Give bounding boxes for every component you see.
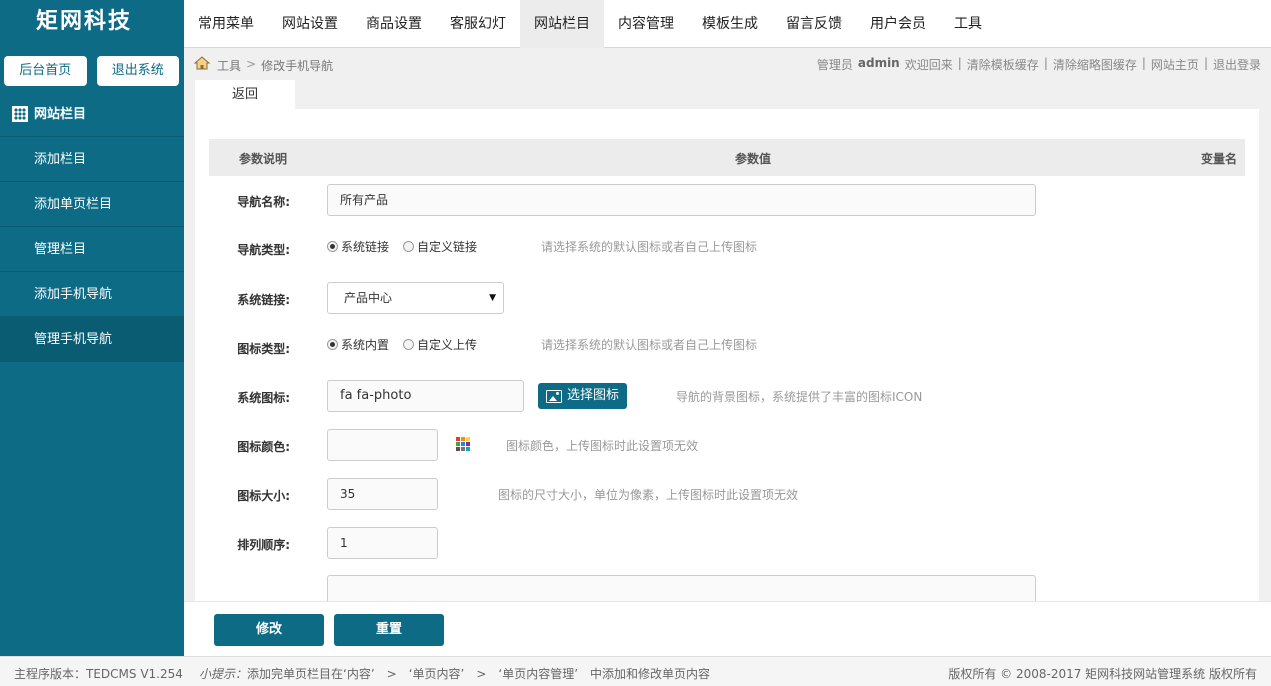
nav-type-label: 导航类型:	[237, 243, 290, 257]
sidebar-item-manage-columns[interactable]: 管理栏目	[0, 227, 184, 272]
nav-name-label: 导航名称:	[237, 195, 290, 209]
icon-type-upload-label: 自定义上传	[417, 338, 478, 352]
topnav-service-slides[interactable]: 客服幻灯	[436, 0, 520, 48]
welcome-text: 欢迎回来	[904, 58, 953, 72]
topnav-members[interactable]: 用户会员	[856, 0, 940, 48]
clear-thumbnail-cache-link[interactable]: 清除缩略图缓存	[1053, 56, 1137, 73]
tip-text: 小提示：添加完单页栏目在‘内容’ > ‘单页内容’ > ‘单页内容管理’ 中添加…	[199, 665, 710, 682]
footer: 主程序版本：TEDCMS V1.254 小提示：添加完单页栏目在‘内容’ > ‘…	[0, 656, 1271, 686]
link-separator: |	[1043, 56, 1048, 70]
icon-color-hint: 图标颜色，上传图标时此设置项无效	[506, 439, 699, 453]
sidebar-item-add-single-page[interactable]: 添加单页栏目	[0, 182, 184, 227]
nav-type-custom-label: 自定义链接	[417, 240, 478, 254]
topnav-site-columns[interactable]: 网站栏目	[520, 0, 604, 48]
nav-type-system-label: 系统链接	[341, 240, 390, 254]
icon-size-input[interactable]: 35	[327, 478, 438, 510]
nav-type-system-radio[interactable]: 系统链接	[327, 238, 389, 255]
admin-name: admin	[857, 56, 900, 70]
link-separator: |	[1203, 56, 1208, 70]
top-bar: 矩网科技 常用菜单 网站设置 商品设置 客服幻灯 网站栏目 内容管理 模板生成 …	[0, 0, 1271, 48]
topnav-common-menu[interactable]: 常用菜单	[184, 0, 268, 48]
nav-type-hint: 请选择系统的默认图标或者自己上传图标	[541, 240, 758, 254]
logout-link[interactable]: 退出登录	[1213, 56, 1261, 73]
icon-color-input[interactable]	[327, 429, 438, 461]
radio-unchecked-icon	[403, 241, 414, 252]
breadcrumb: 工具 > 修改手机导航	[217, 57, 333, 74]
tip-content: 添加完单页栏目在‘内容’ > ‘单页内容’ > ‘单页内容管理’ 中添加和修改单…	[247, 667, 711, 681]
extra-textarea[interactable]	[327, 575, 1036, 601]
sidebar-section-header[interactable]: 网站栏目	[0, 92, 184, 137]
version-text: 主程序版本：TEDCMS V1.254	[14, 667, 183, 681]
radio-checked-icon	[327, 339, 338, 350]
action-bar: 修改 重置	[184, 601, 1271, 656]
choose-icon-label: 选择图标	[567, 388, 620, 403]
top-nav: 常用菜单 网站设置 商品设置 客服幻灯 网站栏目 内容管理 模板生成 留言反馈 …	[184, 0, 996, 48]
link-separator: |	[957, 56, 962, 70]
sys-icon-label: 系统图标:	[237, 391, 290, 405]
sidebar-section-label: 网站栏目	[34, 106, 87, 122]
admin-links: 管理员 admin 欢迎回来 | 清除模板缓存 | 清除缩略图缓存 | 网站主页…	[817, 56, 1261, 73]
topnav-content[interactable]: 内容管理	[604, 0, 688, 48]
header-value: 参数值	[735, 152, 772, 166]
admin-home-button[interactable]: 后台首页	[4, 56, 87, 86]
photo-icon	[546, 389, 562, 403]
form-panel: 参数说明 参数值 变量名 导航名称: 所有产品 导航类型: 系统链接 自定义链接…	[195, 109, 1259, 601]
color-palette-icon[interactable]	[456, 437, 470, 451]
tab-back[interactable]: 返回	[195, 80, 295, 109]
sys-icon-hint: 导航的背景图标，系统提供了丰富的图标ICON	[676, 390, 923, 404]
sidebar-buttons: 后台首页 退出系统	[0, 48, 184, 92]
topnav-feedback[interactable]: 留言反馈	[772, 0, 856, 48]
header-desc: 参数说明	[239, 152, 288, 166]
sidebar-item-add-mobile-nav[interactable]: 添加手机导航	[0, 272, 184, 317]
sys-link-select[interactable]: 产品中心 ▼	[327, 282, 504, 314]
home-icon[interactable]	[194, 56, 210, 70]
icon-color-label: 图标颜色:	[237, 440, 290, 454]
sort-input[interactable]: 1	[327, 527, 438, 559]
breadcrumb-bar: 工具 > 修改手机导航 管理员 admin 欢迎回来 | 清除模板缓存 | 清除…	[184, 48, 1271, 80]
topnav-template[interactable]: 模板生成	[688, 0, 772, 48]
site-home-link[interactable]: 网站主页	[1151, 56, 1199, 73]
icon-type-label: 图标类型:	[237, 342, 290, 356]
table-header: 参数说明 参数值 变量名	[209, 139, 1245, 176]
admin-role: 管理员	[816, 58, 853, 72]
topnav-product-settings[interactable]: 商品设置	[352, 0, 436, 48]
sidebar-item-add-column[interactable]: 添加栏目	[0, 137, 184, 182]
brand-logo: 矩网科技	[0, 0, 184, 48]
nav-type-custom-radio[interactable]: 自定义链接	[403, 238, 477, 255]
header-var: 变量名	[1200, 152, 1237, 166]
sys-link-label: 系统链接:	[237, 293, 290, 307]
icon-type-builtin-label: 系统内置	[341, 338, 390, 352]
chevron-down-icon: ▼	[489, 293, 496, 303]
nav-name-input[interactable]: 所有产品	[327, 184, 1036, 216]
breadcrumb-current: 修改手机导航	[261, 59, 334, 73]
radio-checked-icon	[327, 241, 338, 252]
logout-button[interactable]: 退出系统	[96, 56, 179, 86]
breadcrumb-separator: >	[246, 57, 257, 71]
sidebar-item-manage-mobile-nav[interactable]: 管理手机导航	[0, 317, 184, 362]
main-area: 工具 > 修改手机导航 管理员 admin 欢迎回来 | 清除模板缓存 | 清除…	[184, 48, 1271, 601]
icon-size-label: 图标大小:	[237, 489, 290, 503]
radio-unchecked-icon	[403, 339, 414, 350]
sys-link-selected: 产品中心	[344, 291, 393, 305]
copyright-text: 版权所有 © 2008-2017 矩网科技网站管理系统 版权所有	[948, 667, 1257, 681]
sidebar: 后台首页 退出系统 网站栏目 添加栏目 添加单页栏目 管理栏目 添加手机导航 管…	[0, 48, 184, 656]
clear-template-cache-link[interactable]: 清除模板缓存	[967, 56, 1039, 73]
submit-button[interactable]: 修改	[214, 614, 324, 646]
icon-type-hint: 请选择系统的默认图标或者自己上传图标	[541, 338, 758, 352]
link-separator: |	[1141, 56, 1146, 70]
sys-icon-input[interactable]: fa fa-photo	[327, 380, 524, 412]
tip-label: 小提示：	[199, 667, 248, 681]
topnav-site-settings[interactable]: 网站设置	[268, 0, 352, 48]
reset-button[interactable]: 重置	[334, 614, 444, 646]
sort-label: 排列顺序:	[237, 538, 290, 552]
choose-icon-button[interactable]: 选择图标	[538, 383, 628, 409]
topnav-tools[interactable]: 工具	[940, 0, 996, 48]
icon-type-upload-radio[interactable]: 自定义上传	[403, 336, 477, 353]
breadcrumb-root[interactable]: 工具	[217, 57, 241, 74]
icon-type-builtin-radio[interactable]: 系统内置	[327, 336, 389, 353]
icon-size-hint: 图标的尺寸大小，单位为像素，上传图标时此设置项无效	[498, 488, 799, 502]
grid-icon	[12, 106, 28, 122]
